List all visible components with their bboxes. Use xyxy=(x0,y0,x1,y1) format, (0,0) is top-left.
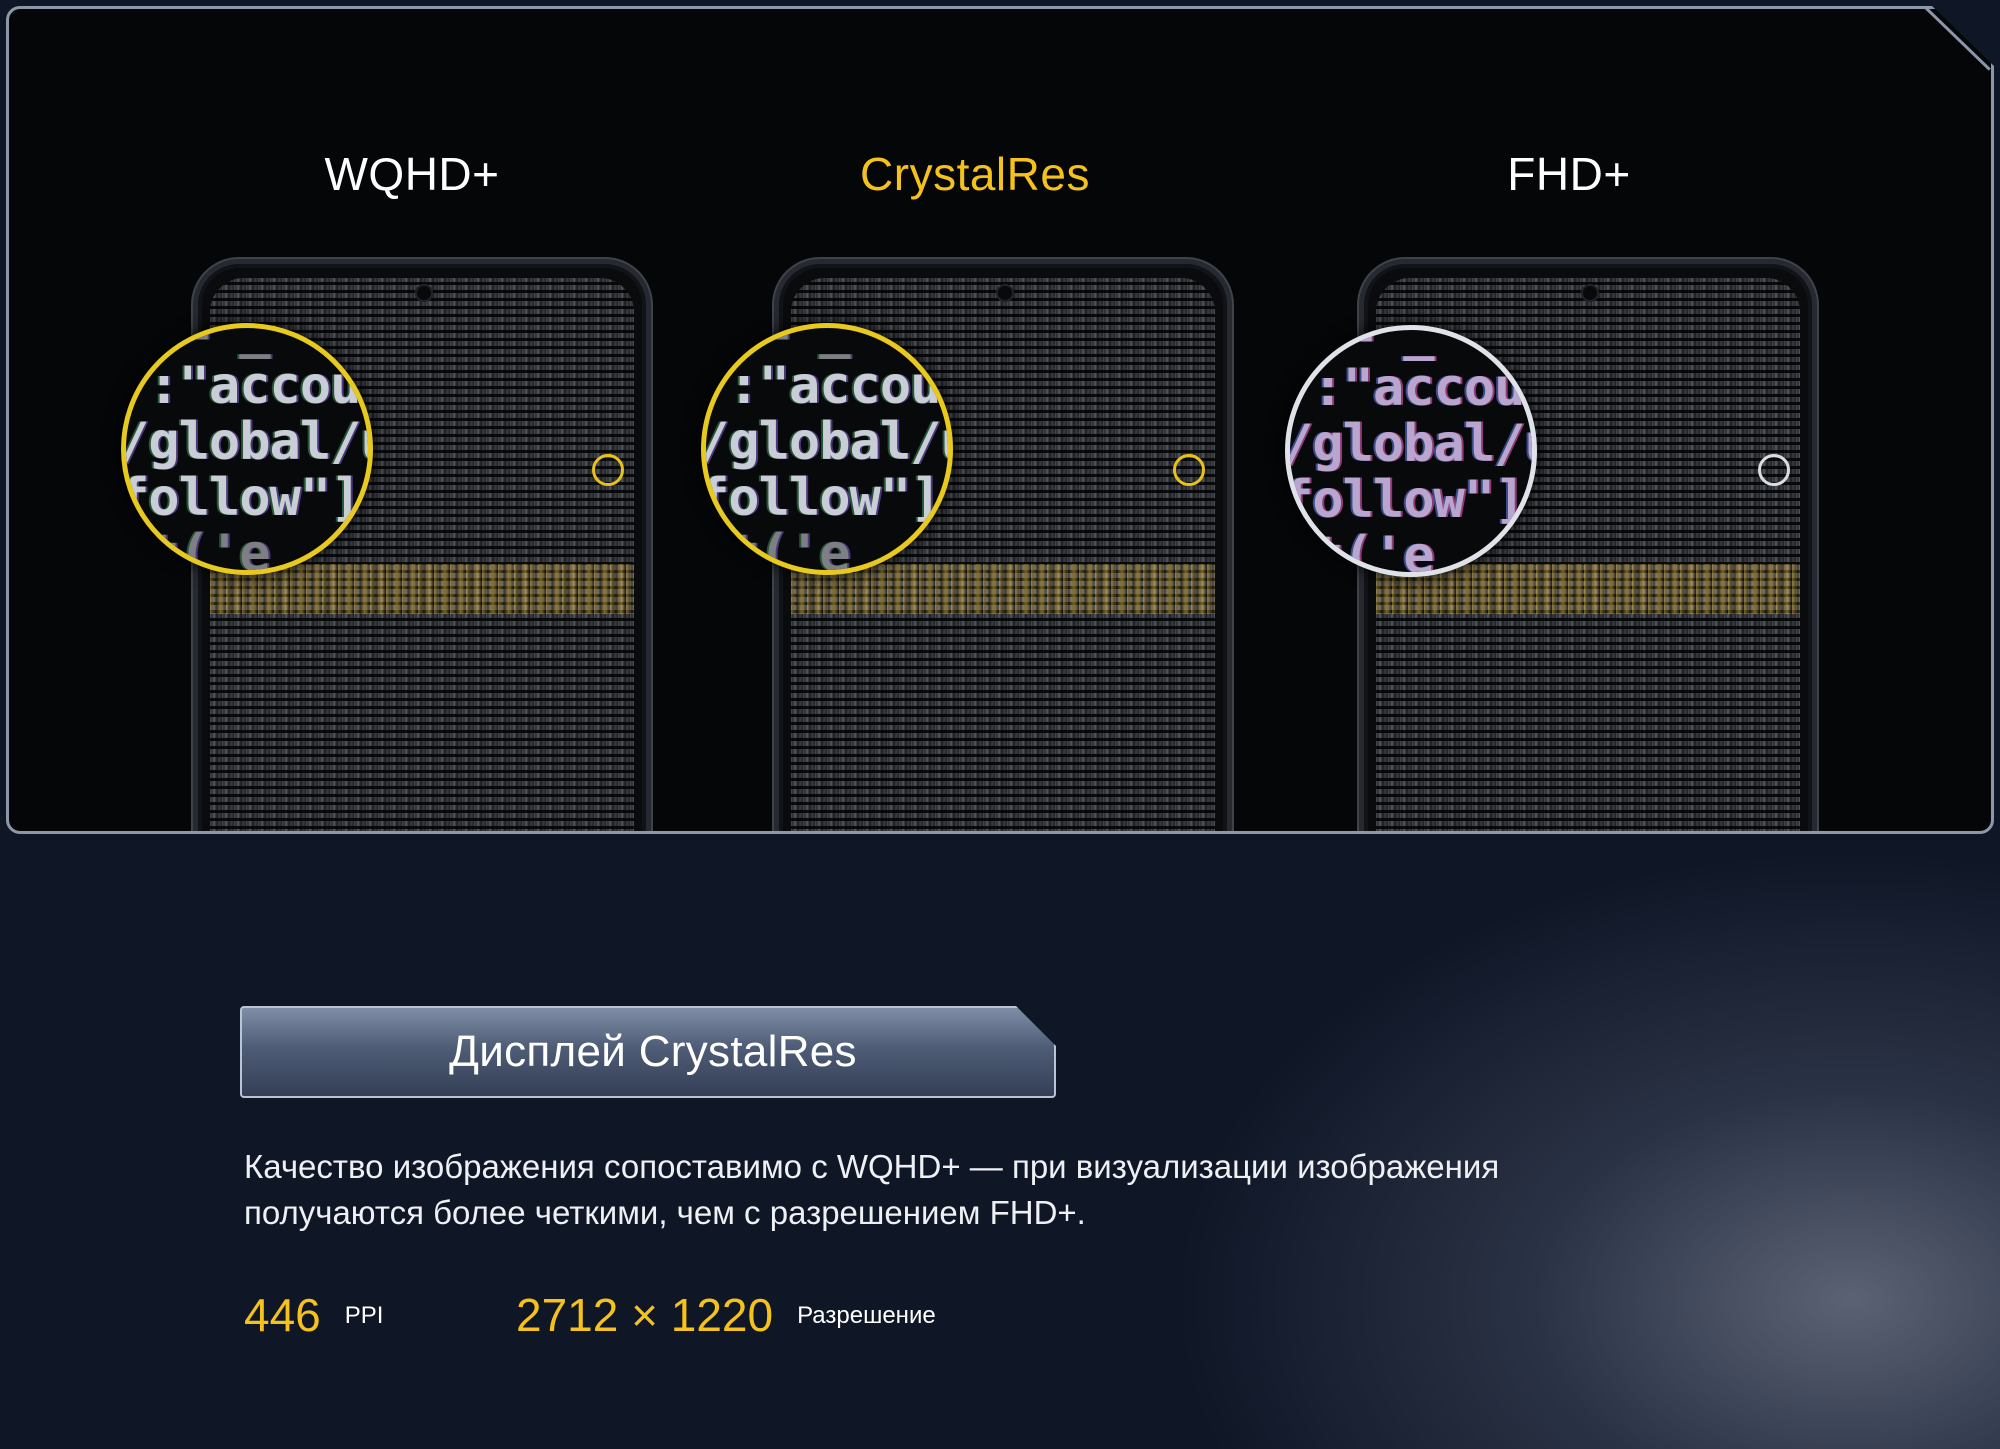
variant-title-fhd: FHD+ xyxy=(1507,148,1631,200)
spec-unit: Разрешение xyxy=(797,1302,936,1329)
feature-title-tab: Дисплей CrystalRes xyxy=(240,1006,1056,1098)
zoom-target-ring-icon xyxy=(1173,454,1205,486)
display-comparison-panel: WQHD+ e(="_ ":"accou /global/u follow"])… xyxy=(6,6,1994,834)
magnified-text-line: /global/u xyxy=(1285,414,1537,474)
spec-resolution: 2712 × 1220 Разрешение xyxy=(516,1288,936,1342)
zoom-target-ring-icon xyxy=(1758,454,1790,486)
magnified-text-line: follow"]) xyxy=(121,468,373,528)
variant-title-crystalres: CrystalRes xyxy=(860,148,1090,200)
magnified-text-line: ":"accou xyxy=(701,356,941,416)
camera-hole-icon xyxy=(1581,284,1599,302)
magnified-text-line: ":"accou xyxy=(1285,358,1525,418)
camera-hole-icon xyxy=(996,284,1014,302)
camera-hole-icon xyxy=(415,284,433,302)
feature-title: Дисплей CrystalRes xyxy=(449,1027,857,1076)
variant-title-wqhd: WQHD+ xyxy=(324,148,500,200)
magnified-text-line: ":"accou xyxy=(121,356,361,416)
magnified-text-line: e(="_ xyxy=(121,323,271,360)
magnified-text-line: e(="_ xyxy=(701,323,851,360)
magnified-text-line: e(="_ xyxy=(1285,325,1435,362)
description-line: Качество изображения сопоставимо с WQHD+… xyxy=(244,1148,1500,1185)
zoom-target-ring-icon xyxy=(592,454,624,486)
description-line: получаются более четкими, чем с разрешен… xyxy=(244,1194,1086,1231)
magnifier-wqhd: e(="_ ":"accou /global/u follow"]) et('e xyxy=(121,323,373,575)
spec-value: 2712 × 1220 xyxy=(516,1289,774,1341)
spec-value: 446 xyxy=(244,1289,321,1341)
feature-description: Качество изображения сопоставимо с WQHD+… xyxy=(244,1144,1764,1236)
magnified-text-line: et('e xyxy=(1285,526,1435,577)
page: WQHD+ e(="_ ":"accou /global/u follow"])… xyxy=(0,0,2000,1449)
magnifier-crystalres: e(="_ ":"accou /global/u follow"]) et('e xyxy=(701,323,953,575)
magnified-text-line: et('e xyxy=(121,524,271,575)
spec-ppi: 446 PPI xyxy=(244,1288,383,1342)
spec-unit: PPI xyxy=(344,1302,384,1329)
magnified-text-line: et('e xyxy=(701,524,851,575)
magnified-text-line: /global/u xyxy=(121,412,373,472)
magnified-text-line: /global/u xyxy=(701,412,953,472)
magnifier-fhd: e(="_ ":"accou /global/u follow"]) et('e xyxy=(1285,325,1537,577)
magnified-text-line: follow"]) xyxy=(701,468,953,528)
magnified-text-line: follow"]) xyxy=(1285,470,1537,530)
